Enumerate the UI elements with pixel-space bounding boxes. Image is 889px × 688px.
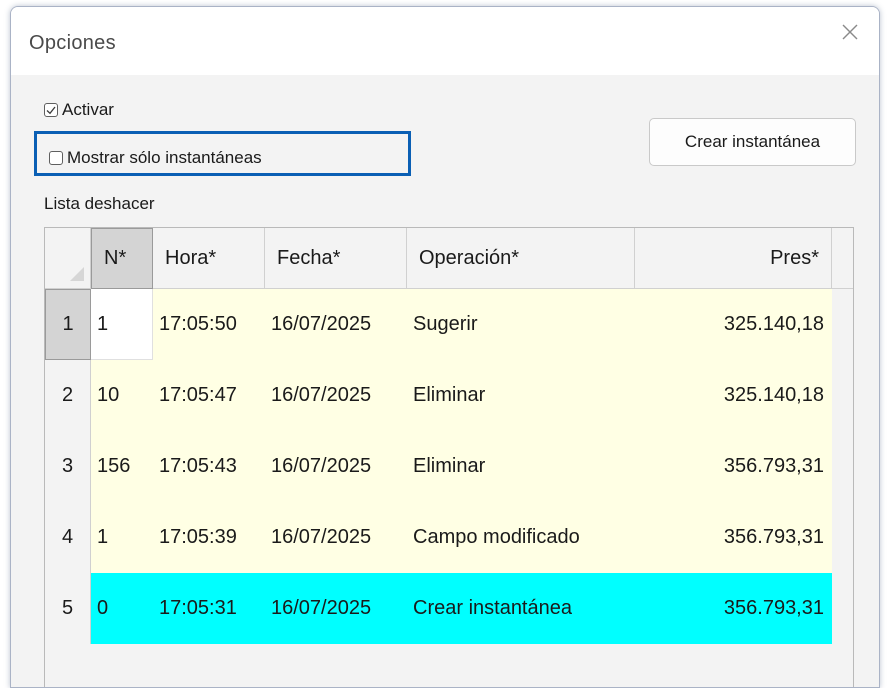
cell-fecha[interactable]: 16/07/2025: [265, 360, 407, 431]
column-header-fecha[interactable]: Fecha*: [265, 228, 407, 289]
crear-instantanea-button[interactable]: Crear instantánea: [649, 118, 856, 166]
column-header-hora[interactable]: Hora*: [153, 228, 265, 289]
activar-label: Activar: [62, 100, 114, 119]
grid-rows: 1 1 17:05:50 16/07/2025 Sugerir 325.140,…: [45, 289, 853, 644]
cell-fecha[interactable]: 16/07/2025: [265, 289, 407, 360]
options-dialog: Opciones Activar Mostrar sólo instantáne…: [10, 6, 880, 688]
row-header[interactable]: 3: [45, 431, 91, 502]
grid-corner[interactable]: [45, 228, 91, 289]
close-icon[interactable]: [839, 21, 861, 43]
column-header-filler: [832, 228, 853, 289]
cell-operacion[interactable]: Eliminar: [407, 360, 635, 431]
column-header-pres[interactable]: Pres*: [635, 228, 832, 289]
grid-header: N* Hora* Fecha* Operación* Pres*: [45, 228, 853, 289]
column-header-operacion[interactable]: Operación*: [407, 228, 635, 289]
cell-operacion[interactable]: Sugerir: [407, 289, 635, 360]
cell-hora[interactable]: 17:05:31: [153, 573, 265, 644]
checkmark-icon: [44, 103, 58, 117]
cell-pres[interactable]: 356.793,31: [635, 431, 832, 502]
cell-hora[interactable]: 17:05:50: [153, 289, 265, 360]
dialog-content: Activar Mostrar sólo instantáneas Crear …: [11, 75, 879, 687]
title-bar: Opciones: [11, 7, 879, 75]
cell-operacion[interactable]: Eliminar: [407, 431, 635, 502]
dialog-title: Opciones: [29, 32, 116, 54]
cell-pres[interactable]: 325.140,18: [635, 289, 832, 360]
cell-pres[interactable]: 356.793,31: [635, 573, 832, 644]
undo-list-label: Lista deshacer: [44, 194, 155, 213]
cell-n[interactable]: 0: [91, 573, 153, 644]
cell-fecha[interactable]: 16/07/2025: [265, 573, 407, 644]
cell-pres[interactable]: 325.140,18: [635, 360, 832, 431]
cell-fecha[interactable]: 16/07/2025: [265, 431, 407, 502]
cell-n[interactable]: 10: [91, 360, 153, 431]
activar-checkbox[interactable]: Activar: [44, 100, 114, 120]
table-row[interactable]: 4 1 17:05:39 16/07/2025 Campo modificado…: [45, 502, 853, 573]
mostrar-solo-instantaneas-label: Mostrar sólo instantáneas: [67, 148, 262, 167]
cell-hora[interactable]: 17:05:39: [153, 502, 265, 573]
cell-hora[interactable]: 17:05:47: [153, 360, 265, 431]
checkbox-empty-icon: [49, 151, 63, 165]
cell-n[interactable]: 1: [91, 289, 153, 360]
cell-hora[interactable]: 17:05:43: [153, 431, 265, 502]
cell-pres[interactable]: 356.793,31: [635, 502, 832, 573]
row-header[interactable]: 5: [45, 573, 91, 644]
row-header[interactable]: 2: [45, 360, 91, 431]
cell-n[interactable]: 156: [91, 431, 153, 502]
mostrar-solo-instantaneas-checkbox[interactable]: Mostrar sólo instantáneas: [49, 148, 262, 168]
corner-triangle-icon: [70, 267, 84, 281]
table-row[interactable]: 3 156 17:05:43 16/07/2025 Eliminar 356.7…: [45, 431, 853, 502]
cell-operacion[interactable]: Crear instantánea: [407, 573, 635, 644]
table-row[interactable]: 5 0 17:05:31 16/07/2025 Crear instantáne…: [45, 573, 853, 644]
table-row[interactable]: 1 1 17:05:50 16/07/2025 Sugerir 325.140,…: [45, 289, 853, 360]
cell-operacion[interactable]: Campo modificado: [407, 502, 635, 573]
cell-fecha[interactable]: 16/07/2025: [265, 502, 407, 573]
row-header[interactable]: 1: [45, 289, 91, 360]
column-header-n[interactable]: N*: [91, 228, 153, 289]
cell-n[interactable]: 1: [91, 502, 153, 573]
row-header[interactable]: 4: [45, 502, 91, 573]
undo-list-grid: N* Hora* Fecha* Operación* Pres* 1 1 17:…: [44, 227, 854, 687]
table-row[interactable]: 2 10 17:05:47 16/07/2025 Eliminar 325.14…: [45, 360, 853, 431]
